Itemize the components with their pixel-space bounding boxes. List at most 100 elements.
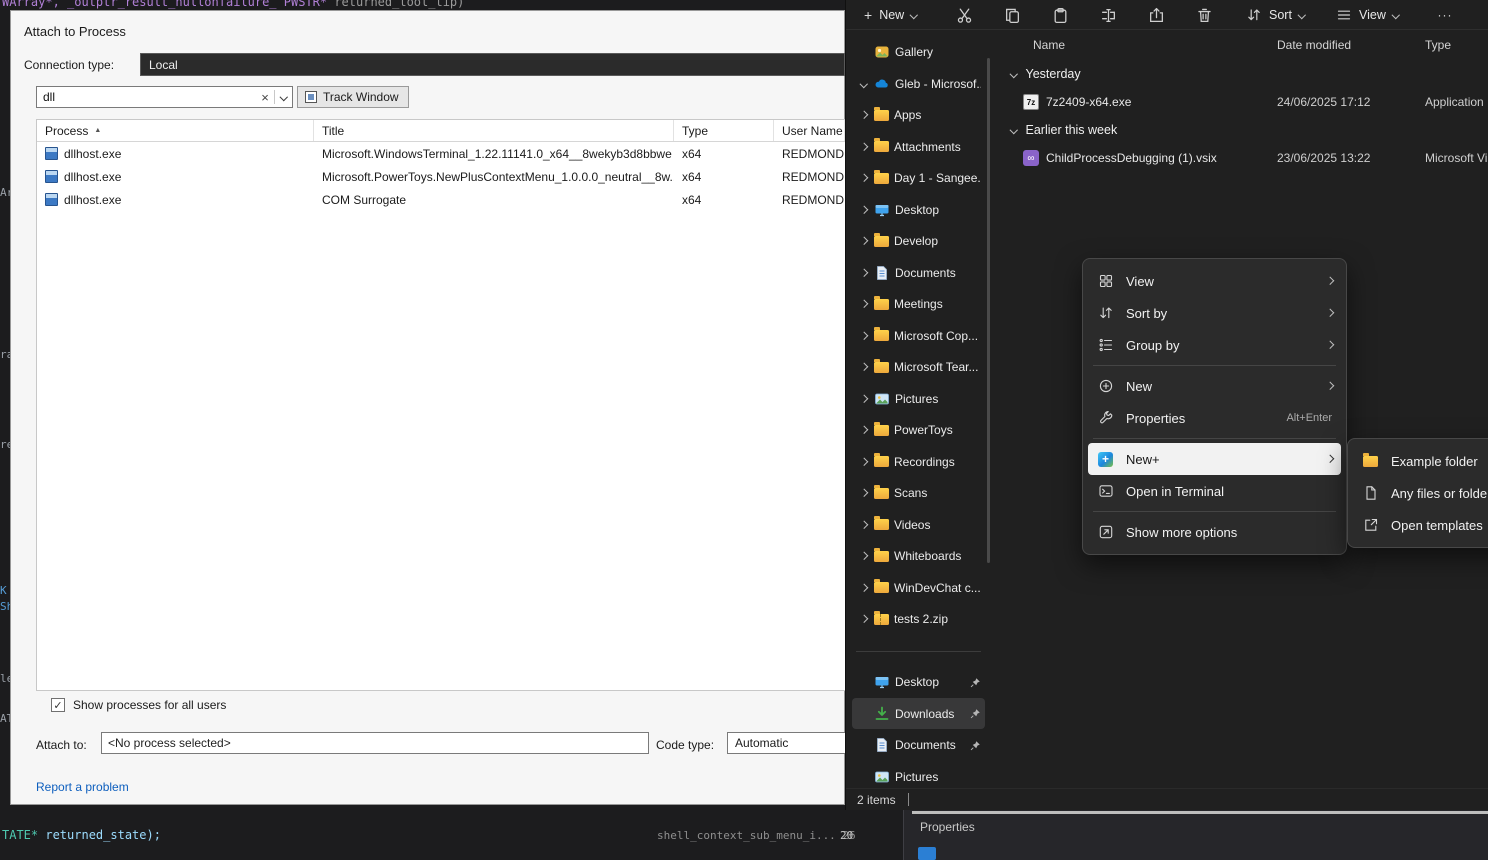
show-all-users-checkbox[interactable]: ✓ Show processes for all users xyxy=(51,698,226,712)
sidebar-item-powertoys[interactable]: PowerToys xyxy=(852,415,985,446)
paste-button[interactable] xyxy=(1036,3,1084,27)
sidebar-item-desktop[interactable]: Desktop xyxy=(852,194,985,225)
sidebar-item-documents[interactable]: Documents xyxy=(852,257,985,288)
track-window-button[interactable]: Track Window xyxy=(297,86,409,108)
clear-filter-icon[interactable]: × xyxy=(256,90,274,105)
chevron-right-icon xyxy=(860,521,868,529)
sidebar-item-gallery[interactable]: Gallery xyxy=(852,37,985,68)
sort-button[interactable]: Sort xyxy=(1246,3,1304,27)
folder-icon xyxy=(874,236,889,247)
explorer-toolbar: + New Sort View ··· xyxy=(846,0,1488,30)
codelens-reference[interactable]: shell_context_sub_menu_i... 26 xyxy=(657,829,856,842)
pictures-icon xyxy=(874,769,890,785)
menu-item-open-in-terminal[interactable]: Open in Terminal xyxy=(1088,475,1341,507)
column-header-title[interactable]: Title xyxy=(314,120,674,141)
code-fragment: K xyxy=(0,584,7,597)
sidebar-item-microsoft-teams[interactable]: Microsoft Tear... xyxy=(852,352,985,383)
view-button[interactable]: View xyxy=(1336,3,1398,27)
properties-panel: Properties xyxy=(903,810,1488,860)
delete-button[interactable] xyxy=(1180,3,1228,27)
sidebar-item-develop[interactable]: Develop xyxy=(852,226,985,257)
menu-item-show-more-options[interactable]: Show more options xyxy=(1088,516,1341,548)
folder-icon xyxy=(874,362,889,373)
chevron-right-icon xyxy=(860,206,868,214)
code-token: TATE* xyxy=(2,828,38,842)
process-filter-input[interactable] xyxy=(37,90,256,104)
submenu-item-any-files[interactable]: Any files or folde xyxy=(1353,477,1488,509)
sidebar-item-apps[interactable]: Apps xyxy=(852,100,985,131)
process-row[interactable]: dllhost.exe Microsoft.PowerToys.NewPlusC… xyxy=(37,165,845,188)
sidebar-pinned-documents[interactable]: Documents xyxy=(852,730,985,761)
sidebar-pinned-pictures[interactable]: Pictures xyxy=(852,761,985,788)
menu-item-sort-by[interactable]: Sort by xyxy=(1088,297,1341,329)
sidebar-item-day1[interactable]: Day 1 - Sangee... xyxy=(852,163,985,194)
attach-to-input[interactable] xyxy=(101,732,649,754)
code-editor-top-line: WArray*, _outptr_result_nullonfailure_ P… xyxy=(2,0,464,9)
menu-item-view[interactable]: View xyxy=(1088,265,1341,297)
process-window-icon xyxy=(45,147,58,160)
sidebar-item-whiteboards[interactable]: Whiteboards xyxy=(852,541,985,572)
menu-item-properties[interactable]: Properties Alt+Enter xyxy=(1088,402,1341,434)
sidebar-item-tests-zip[interactable]: tests 2.zip xyxy=(852,604,985,635)
process-table: Process▲ Title Type User Name dllhost.ex… xyxy=(36,119,846,691)
chevron-right-icon xyxy=(860,458,868,466)
sidebar-item-pictures[interactable]: Pictures xyxy=(852,383,985,414)
file-row-vsix[interactable]: ∞ ChildProcessDebugging (1).vsix 23/06/2… xyxy=(991,144,1488,172)
process-row[interactable]: dllhost.exe Microsoft.WindowsTerminal_1.… xyxy=(37,142,845,165)
sidebar-item-scans[interactable]: Scans xyxy=(852,478,985,509)
sidebar-item-attachments[interactable]: Attachments xyxy=(852,131,985,162)
more-options-button[interactable]: ··· xyxy=(1431,3,1459,27)
document-icon xyxy=(874,737,890,753)
column-header-process[interactable]: Process▲ xyxy=(37,120,314,141)
column-date-modified[interactable]: Date modified xyxy=(1277,38,1425,52)
plus-icon: + xyxy=(864,7,872,23)
new-button[interactable]: + New xyxy=(856,3,925,27)
sidebar-scrollbar[interactable] xyxy=(987,58,990,563)
7zip-exe-icon: 7z xyxy=(1023,94,1039,110)
menu-item-new[interactable]: New xyxy=(1088,370,1341,402)
newplus-icon: + xyxy=(1097,451,1114,468)
sidebar-item-meetings[interactable]: Meetings xyxy=(852,289,985,320)
column-header-username[interactable]: User Name xyxy=(774,120,845,141)
sidebar-item-videos[interactable]: Videos xyxy=(852,509,985,540)
chevron-down-icon xyxy=(1010,70,1018,78)
report-problem-link[interactable]: Report a problem xyxy=(36,780,129,794)
process-table-header: Process▲ Title Type User Name xyxy=(37,120,845,142)
sidebar-pinned-desktop[interactable]: Desktop xyxy=(852,667,985,698)
folder-icon xyxy=(874,110,889,121)
gallery-icon xyxy=(874,44,890,60)
connection-type-dropdown[interactable]: Local xyxy=(140,53,845,76)
file-row-7z[interactable]: 7z 7z2409-x64.exe 24/06/2025 17:12 Appli… xyxy=(991,88,1488,116)
group-header-earlier-this-week[interactable]: Earlier this week xyxy=(991,116,1488,144)
filter-dropdown-button[interactable] xyxy=(275,94,292,100)
sidebar-item-onedrive[interactable]: Gleb - Microsof... xyxy=(852,68,985,99)
sidebar-item-microsoft-copilot[interactable]: Microsoft Cop... xyxy=(852,320,985,351)
wrench-icon xyxy=(1097,410,1114,427)
sidebar-item-recordings[interactable]: Recordings xyxy=(852,446,985,477)
group-header-yesterday[interactable]: Yesterday xyxy=(991,60,1488,88)
column-header-type[interactable]: Type xyxy=(674,120,774,141)
onedrive-cloud-icon xyxy=(874,76,890,92)
attach-to-process-dialog: Attach to Process Connection type: Local… xyxy=(10,10,845,805)
column-name[interactable]: Name xyxy=(991,38,1277,52)
submenu-item-example-folder[interactable]: Example folder xyxy=(1353,445,1488,477)
menu-item-group-by[interactable]: Group by xyxy=(1088,329,1341,361)
share-button[interactable] xyxy=(1132,3,1180,27)
menu-item-new-plus[interactable]: + New+ xyxy=(1088,443,1341,475)
properties-panel-title: Properties xyxy=(920,820,975,834)
visual-studio-vsix-icon: ∞ xyxy=(1023,150,1039,166)
chevron-down-icon xyxy=(1392,11,1400,19)
column-type[interactable]: Type xyxy=(1425,38,1488,52)
menu-separator xyxy=(1093,438,1336,439)
submenu-item-open-templates[interactable]: Open templates xyxy=(1353,509,1488,541)
code-type-dropdown[interactable]: Automatic xyxy=(727,732,846,754)
rename-button[interactable] xyxy=(1084,3,1132,27)
cut-button[interactable] xyxy=(940,3,988,27)
sidebar-item-windevchat[interactable]: WinDevChat c... xyxy=(852,572,985,603)
copy-button[interactable] xyxy=(988,3,1036,27)
clipboard-icon xyxy=(1052,7,1069,24)
process-row[interactable]: dllhost.exe COM Surrogate x64 REDMOND xyxy=(37,188,845,211)
sidebar-pinned-downloads[interactable]: Downloads xyxy=(852,698,985,729)
splitter-handle[interactable] xyxy=(912,811,1488,814)
line-number: 20 xyxy=(840,829,853,842)
